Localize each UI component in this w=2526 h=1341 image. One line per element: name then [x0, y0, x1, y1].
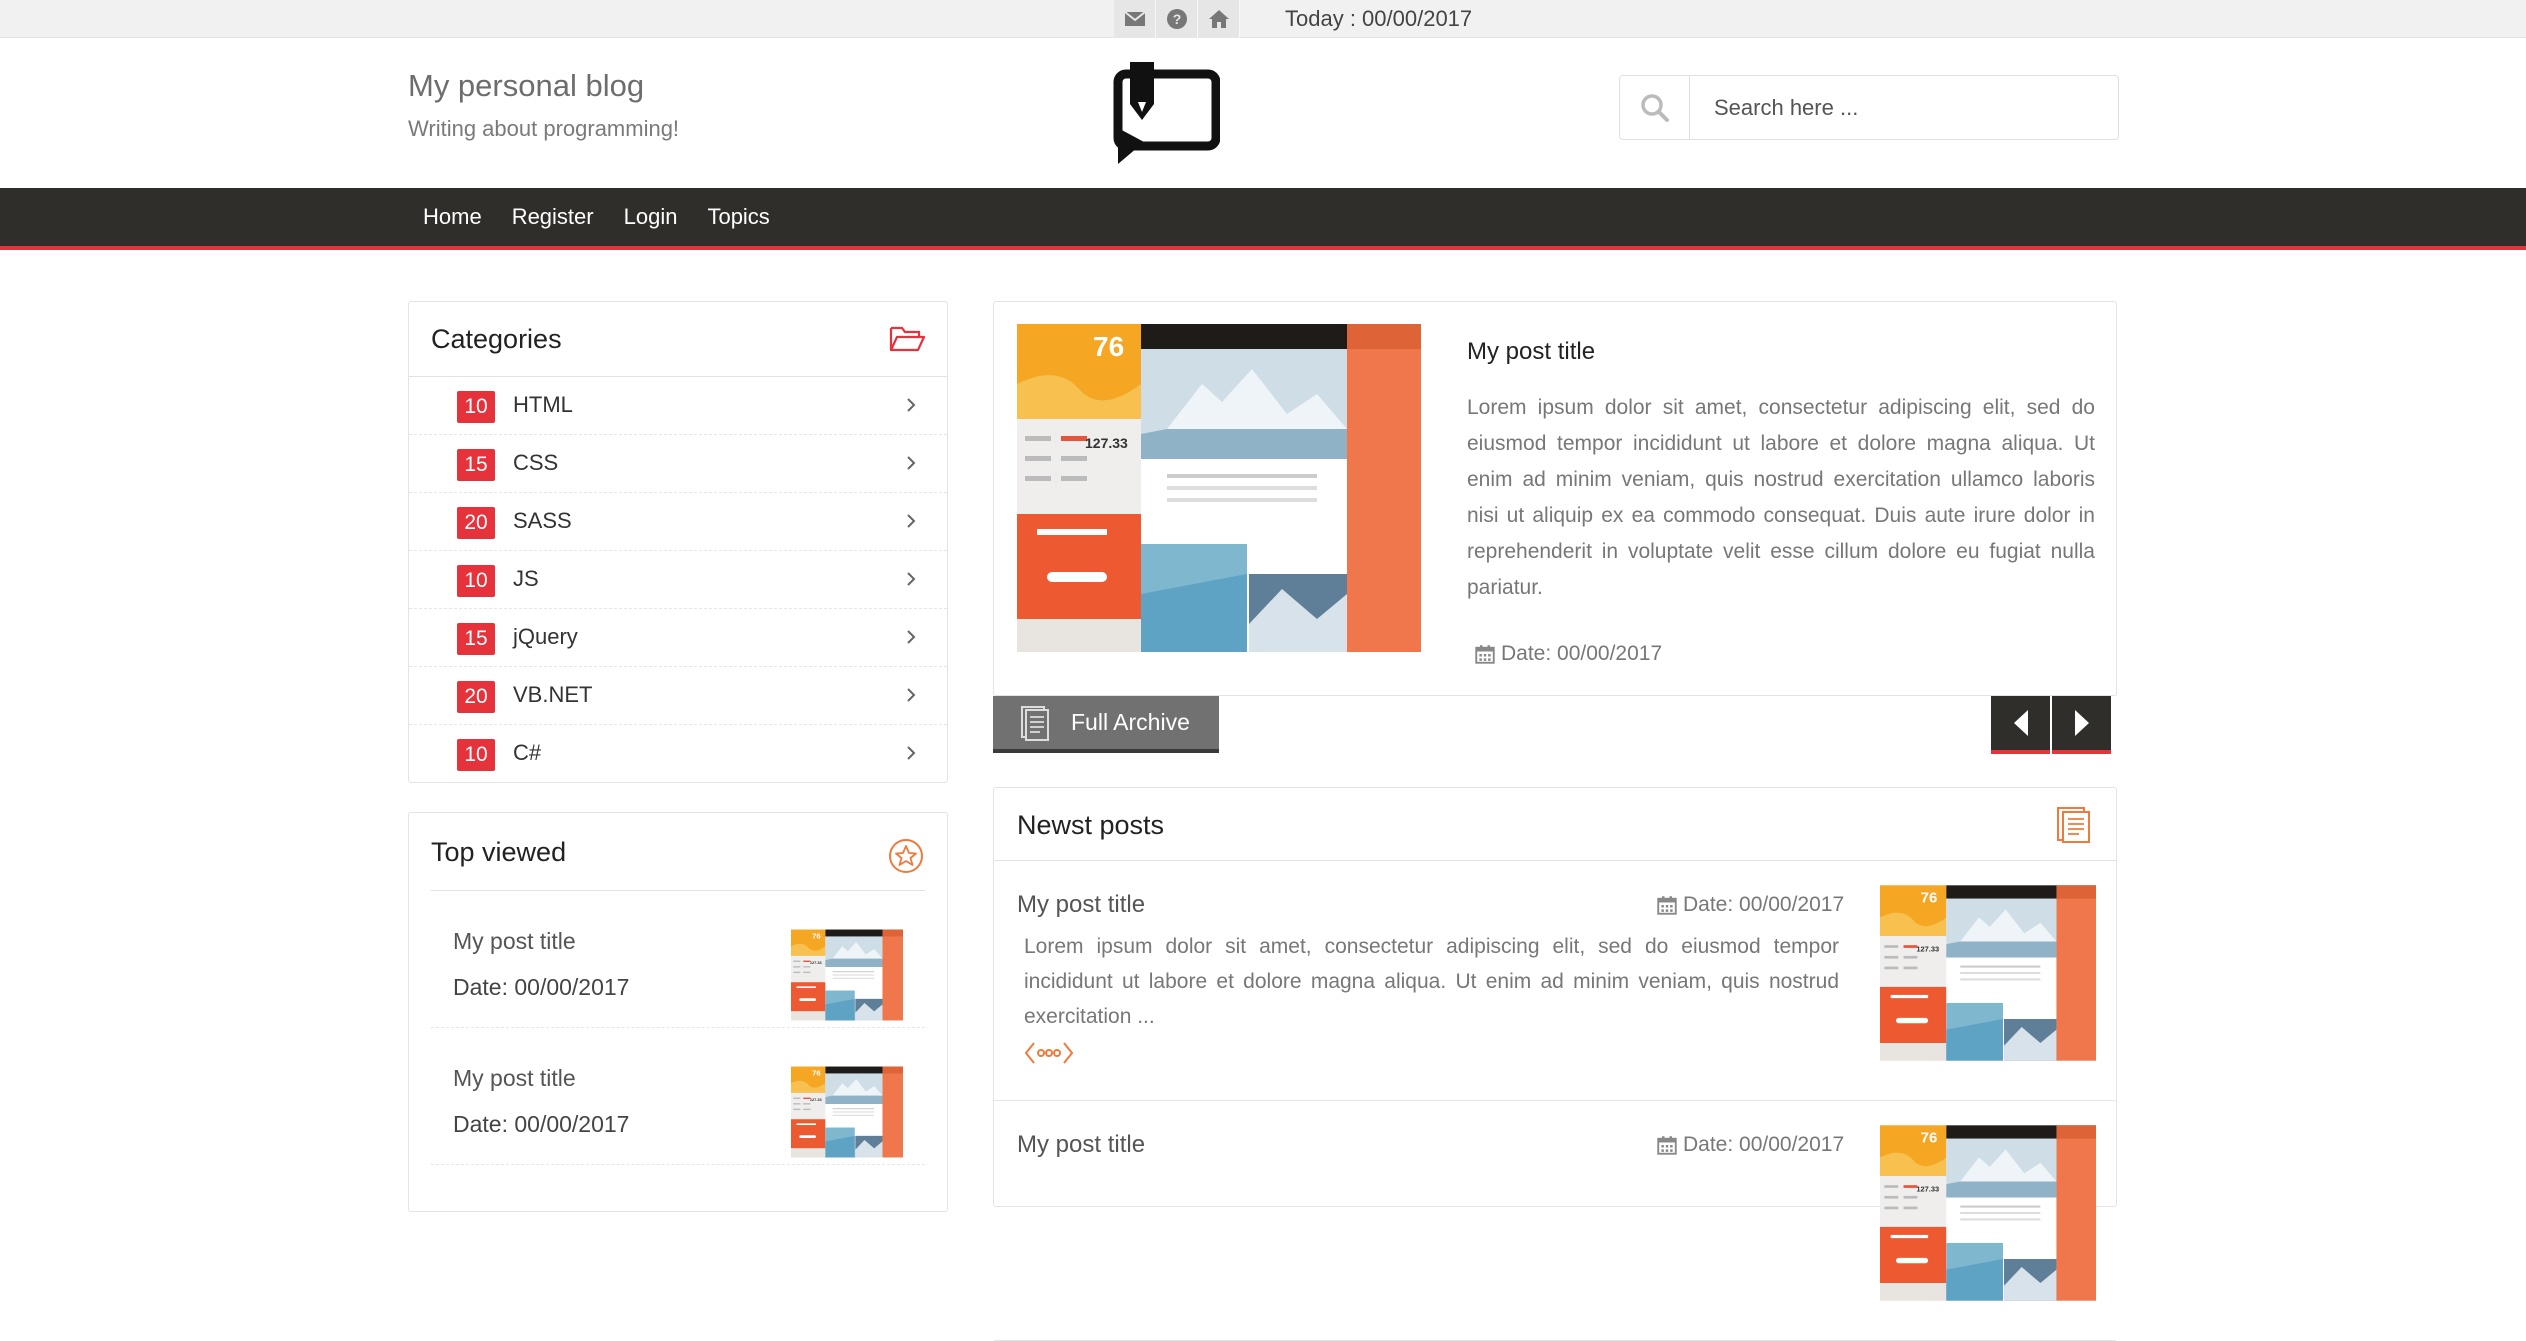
- categories-title: Categories: [431, 324, 562, 354]
- category-count-badge: 15: [457, 449, 495, 481]
- featured-post-panel: My post title Lorem ipsum dolor sit amet…: [993, 301, 2117, 696]
- newest-post-item: My post title Date: 00/00/2017: [994, 1101, 2116, 1341]
- post-date: Date: 00/00/2017: [453, 1111, 630, 1137]
- featured-post-title[interactable]: My post title: [1467, 338, 1595, 366]
- featured-post-text: Lorem ipsum dolor sit amet, consectetur …: [1467, 396, 2095, 599]
- category-item-csharp[interactable]: 10 C#: [409, 725, 947, 783]
- top-viewed-header: Top viewed: [431, 813, 925, 891]
- read-more-icon[interactable]: [1024, 1039, 1074, 1067]
- chevron-right-icon: [907, 514, 916, 528]
- newest-posts-title: Newst posts: [1017, 810, 1165, 840]
- search-box: [1619, 75, 2119, 140]
- nav-login[interactable]: Login: [609, 188, 693, 246]
- calendar-icon: [1657, 895, 1677, 915]
- nav-register[interactable]: Register: [497, 188, 609, 246]
- nav-topics[interactable]: Topics: [692, 188, 784, 246]
- nav-home[interactable]: Home: [408, 188, 497, 246]
- post-thumbnail[interactable]: [1880, 1125, 2096, 1301]
- top-bar: ? Today : 00/00/2017: [0, 0, 2526, 38]
- category-item-jquery[interactable]: 15 jQuery: [409, 609, 947, 667]
- category-name: C#: [513, 740, 542, 765]
- envelope-icon[interactable]: [1114, 0, 1156, 38]
- category-item-css[interactable]: 15 CSS: [409, 435, 947, 493]
- blog-logo-icon[interactable]: [1110, 58, 1220, 166]
- post-excerpt: Lorem ipsum dolor sit amet, consectetur …: [1024, 935, 1839, 1028]
- top-viewed-title: Top viewed: [431, 837, 567, 867]
- site-subtitle: Writing about programming!: [408, 116, 680, 141]
- chevron-right-icon: [907, 630, 916, 644]
- search-icon[interactable]: [1620, 76, 1690, 139]
- featured-post-date: Date: 00/00/2017: [1501, 642, 1663, 665]
- category-item-html[interactable]: 10 HTML: [409, 377, 947, 435]
- top-viewed-item[interactable]: My post title Date: 00/00/2017: [431, 1028, 925, 1165]
- category-count-badge: 20: [457, 507, 495, 539]
- category-name: jQuery: [513, 624, 578, 649]
- post-thumbnail[interactable]: [791, 1066, 903, 1158]
- category-item-js[interactable]: 10 JS: [409, 551, 947, 609]
- category-item-sass[interactable]: 20 SASS: [409, 493, 947, 551]
- category-name: JS: [513, 566, 539, 591]
- post-thumbnail[interactable]: [1880, 885, 2096, 1061]
- post-title[interactable]: My post title: [453, 1065, 576, 1092]
- post-date: Date: 00/00/2017: [1683, 893, 1845, 916]
- categories-header: Categories: [409, 302, 947, 377]
- chevron-right-icon: [907, 688, 916, 702]
- top-icons: ?: [1114, 0, 1240, 38]
- arrow-left-icon: [2013, 710, 2028, 736]
- folder-open-icon: [889, 326, 925, 352]
- category-name: SASS: [513, 508, 572, 533]
- post-title[interactable]: My post title: [453, 928, 576, 955]
- category-name: CSS: [513, 450, 559, 475]
- newest-post-item: My post title Date: 00/00/2017 Lorem ips…: [994, 861, 2116, 1101]
- star-badge-icon: [889, 839, 923, 873]
- top-viewed-item[interactable]: My post title Date: 00/00/2017: [431, 891, 925, 1028]
- category-count-badge: 15: [457, 623, 495, 655]
- post-date-row: Date: 00/00/2017: [1657, 893, 1844, 917]
- post-title[interactable]: My post title: [1017, 1131, 1145, 1159]
- categories-panel: Categories 10 HTML 15 CSS 20 SASS 10 JS 15 jQ…: [408, 301, 948, 783]
- newest-posts-header: Newst posts: [994, 788, 2116, 861]
- search-input[interactable]: [1690, 76, 2118, 139]
- full-archive-label: Full Archive: [1071, 709, 1190, 735]
- calendar-icon: [1657, 1135, 1677, 1155]
- category-name: HTML: [513, 392, 573, 417]
- calendar-icon: [1475, 644, 1495, 664]
- top-viewed-panel: Top viewed My post title Date: 00/00/201…: [408, 812, 948, 1212]
- chevron-right-icon: [907, 572, 916, 586]
- category-item-vbnet[interactable]: 20 VB.NET: [409, 667, 947, 725]
- slider-arrows: [1991, 696, 2111, 754]
- svg-text:?: ?: [1172, 11, 1181, 27]
- newest-posts-panel: Newst posts My post title Date: 00/00/20…: [993, 787, 2117, 1341]
- post-title[interactable]: My post title: [1017, 891, 1145, 919]
- chevron-right-icon: [907, 398, 916, 412]
- category-count-badge: 10: [457, 565, 495, 597]
- featured-post-image[interactable]: [1017, 324, 1421, 652]
- main-nav: Home Register Login Topics: [0, 188, 2526, 250]
- home-icon[interactable]: [1198, 0, 1240, 38]
- prev-button[interactable]: [1991, 696, 2050, 754]
- chevron-right-icon: [907, 456, 916, 470]
- site-header: My personal blog Writing about programmi…: [0, 38, 2526, 188]
- post-date-row: Date: 00/00/2017: [1657, 1133, 1844, 1157]
- post-thumbnail[interactable]: [791, 929, 903, 1021]
- arrow-right-icon: [2074, 710, 2089, 736]
- full-archive-button[interactable]: Full Archive: [993, 696, 1219, 753]
- chevron-right-icon: [907, 746, 916, 760]
- site-title[interactable]: My personal blog: [408, 68, 644, 104]
- newspaper-icon: [2057, 807, 2090, 843]
- category-count-badge: 10: [457, 739, 495, 771]
- question-circle-icon[interactable]: ?: [1156, 0, 1198, 38]
- category-count-badge: 20: [457, 681, 495, 713]
- today-date: Today : 00/00/2017: [1285, 6, 1473, 31]
- archive-document-icon: [1021, 705, 1049, 741]
- category-name: VB.NET: [513, 682, 593, 707]
- post-date: Date: 00/00/2017: [1683, 1133, 1845, 1156]
- category-count-badge: 10: [457, 391, 495, 423]
- post-date: Date: 00/00/2017: [453, 974, 630, 1000]
- featured-post-date-row: Date: 00/00/2017: [1475, 642, 1662, 666]
- next-button[interactable]: [2052, 696, 2111, 754]
